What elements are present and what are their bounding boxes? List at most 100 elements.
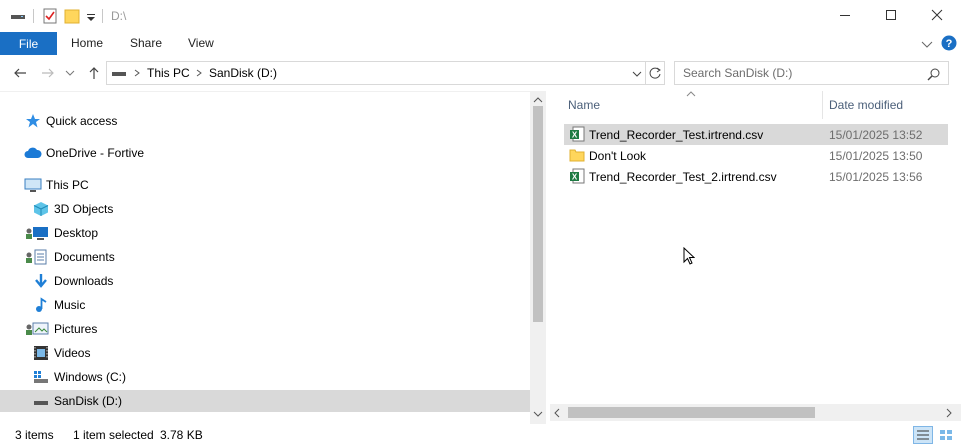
nav-item-3d-objects[interactable]: 3D Objects bbox=[32, 198, 113, 220]
excel-csv-icon: X bbox=[569, 126, 585, 142]
file-date: 15/01/2025 13:52 bbox=[829, 127, 923, 142]
nav-item-downloads[interactable]: Downloads bbox=[32, 270, 113, 292]
file-row[interactable]: Don't Look 15/01/2025 13:50 bbox=[564, 145, 948, 166]
tab-home[interactable]: Home bbox=[71, 32, 103, 55]
column-divider[interactable] bbox=[822, 91, 823, 119]
music-icon bbox=[32, 296, 50, 314]
scroll-left-icon[interactable] bbox=[553, 408, 561, 418]
new-folder-icon[interactable] bbox=[64, 8, 80, 24]
help-icon: ? bbox=[941, 35, 957, 51]
search-box[interactable]: Search SanDisk (D:) bbox=[674, 61, 949, 85]
recent-locations-button[interactable] bbox=[63, 63, 77, 83]
maximize-button[interactable] bbox=[868, 0, 914, 30]
chevron-right-icon[interactable] bbox=[133, 67, 141, 79]
help-button[interactable]: ? bbox=[941, 35, 957, 51]
address-row: This PC SanDisk (D:) Search SanDisk (D:) bbox=[0, 55, 961, 91]
svg-text:X: X bbox=[572, 131, 578, 140]
large-icons-view-icon bbox=[940, 430, 952, 440]
scroll-down-icon[interactable] bbox=[533, 410, 543, 418]
search-icon[interactable] bbox=[927, 67, 941, 81]
details-view-icon bbox=[917, 430, 929, 440]
up-button[interactable] bbox=[84, 63, 104, 83]
drive-icon bbox=[32, 368, 50, 386]
nav-item-desktop[interactable]: Desktop bbox=[24, 222, 98, 244]
nav-scrollbar-thumb[interactable] bbox=[533, 106, 543, 322]
status-size: 3.78 KB bbox=[160, 428, 203, 442]
close-icon bbox=[931, 9, 943, 21]
maximize-icon bbox=[886, 10, 896, 20]
customize-toolbar-icon[interactable] bbox=[84, 8, 100, 24]
status-selection: 1 item selected bbox=[73, 428, 154, 442]
nav-item-windows-c[interactable]: Windows (C:) bbox=[32, 366, 126, 388]
tab-share[interactable]: Share bbox=[130, 32, 162, 55]
details-view-button[interactable] bbox=[913, 426, 933, 444]
file-name: Trend_Recorder_Test_2.irtrend.csv bbox=[589, 169, 777, 184]
file-row[interactable]: X Trend_Recorder_Test.irtrend.csv 15/01/… bbox=[564, 124, 948, 145]
arrow-up-icon bbox=[89, 67, 99, 79]
address-dropdown-button[interactable] bbox=[631, 68, 643, 80]
star-icon bbox=[24, 112, 42, 130]
nav-item-videos[interactable]: Videos bbox=[32, 342, 90, 364]
file-list: Name Date modified X Trend_Recorder_Test… bbox=[550, 91, 961, 424]
window-title: D:\ bbox=[111, 9, 127, 23]
scroll-right-icon[interactable] bbox=[945, 408, 953, 418]
column-header-date-modified[interactable]: Date modified bbox=[829, 98, 903, 112]
cube-icon bbox=[32, 200, 50, 218]
forward-button[interactable] bbox=[38, 63, 58, 83]
sort-ascending-icon bbox=[686, 91, 696, 97]
file-row[interactable]: X Trend_Recorder_Test_2.irtrend.csv 15/0… bbox=[564, 166, 948, 187]
column-header-name[interactable]: Name bbox=[568, 98, 600, 112]
tab-view[interactable]: View bbox=[188, 32, 214, 55]
chevron-right-icon[interactable] bbox=[195, 67, 203, 79]
scroll-up-icon[interactable] bbox=[533, 96, 543, 104]
file-name: Trend_Recorder_Test.irtrend.csv bbox=[589, 127, 764, 142]
file-date: 15/01/2025 13:56 bbox=[829, 169, 923, 184]
file-date: 15/01/2025 13:50 bbox=[829, 148, 923, 163]
ribbon-tabs: File Home Share View ? bbox=[0, 32, 961, 55]
nav-item-onedrive[interactable]: OneDrive - Fortive bbox=[24, 142, 144, 164]
back-button[interactable] bbox=[10, 63, 30, 83]
breadcrumb-this-pc[interactable]: This PC bbox=[147, 66, 190, 80]
nav-item-sandisk-d[interactable]: SanDisk (D:) bbox=[32, 390, 122, 412]
nav-item-music[interactable]: Music bbox=[32, 294, 85, 316]
chevron-down-icon bbox=[921, 41, 933, 48]
excel-csv-icon: X bbox=[569, 168, 585, 184]
drive-icon bbox=[10, 8, 26, 24]
refresh-button[interactable] bbox=[645, 61, 665, 85]
arrow-left-icon bbox=[14, 68, 26, 78]
cloud-icon bbox=[24, 144, 42, 162]
chevron-down-icon bbox=[65, 70, 75, 76]
breadcrumb-sandisk[interactable]: SanDisk (D:) bbox=[209, 66, 277, 80]
folder-icon bbox=[569, 147, 585, 163]
address-bar[interactable]: This PC SanDisk (D:) bbox=[106, 61, 646, 85]
chevron-down-icon bbox=[632, 71, 642, 77]
file-name: Don't Look bbox=[589, 148, 646, 163]
expand-ribbon-button[interactable] bbox=[920, 37, 934, 51]
drive-icon bbox=[111, 67, 127, 79]
status-item-count: 3 items bbox=[15, 428, 54, 442]
nav-item-documents[interactable]: Documents bbox=[24, 246, 115, 268]
computer-icon bbox=[24, 176, 42, 194]
close-button[interactable] bbox=[914, 0, 960, 30]
search-input[interactable]: Search SanDisk (D:) bbox=[683, 66, 792, 80]
desktop-icon bbox=[24, 224, 50, 242]
properties-icon[interactable] bbox=[42, 8, 58, 24]
large-icons-view-button[interactable] bbox=[936, 426, 956, 444]
svg-text:X: X bbox=[572, 173, 578, 182]
minimize-icon bbox=[840, 15, 850, 16]
nav-item-quick-access[interactable]: Quick access bbox=[24, 110, 117, 132]
usb-drive-icon bbox=[32, 392, 50, 410]
title-bar: D:\ bbox=[0, 0, 961, 32]
download-icon bbox=[32, 272, 50, 290]
nav-item-this-pc[interactable]: This PC bbox=[24, 174, 89, 196]
mouse-cursor-icon bbox=[683, 247, 695, 265]
status-bar: 3 items 1 item selected 3.78 KB bbox=[0, 424, 961, 445]
pictures-icon bbox=[24, 320, 50, 338]
svg-text:?: ? bbox=[946, 38, 953, 50]
nav-item-pictures[interactable]: Pictures bbox=[24, 318, 97, 340]
file-list-hscrollbar-thumb[interactable] bbox=[568, 407, 815, 418]
minimize-button[interactable] bbox=[822, 0, 868, 30]
videos-icon bbox=[32, 344, 50, 362]
tab-file[interactable]: File bbox=[0, 32, 57, 55]
arrow-right-icon bbox=[42, 68, 54, 78]
